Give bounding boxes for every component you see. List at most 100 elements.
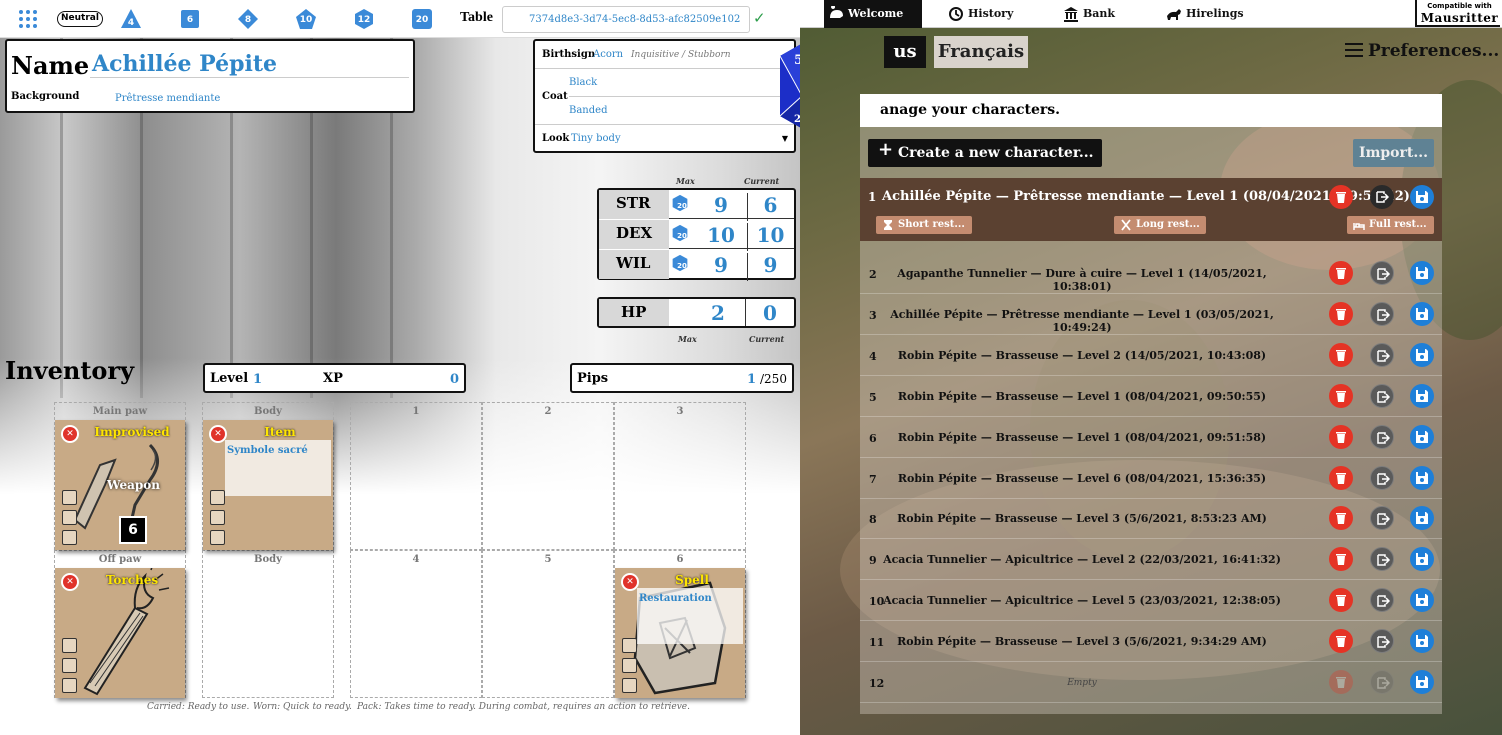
export-button[interactable] <box>1370 342 1394 367</box>
usage-checkbox[interactable] <box>622 678 637 693</box>
save-button[interactable] <box>1410 547 1434 572</box>
d20-stat-roll-icon[interactable]: 20 <box>671 194 693 216</box>
damage-die[interactable]: 6 <box>119 516 147 544</box>
grid-menu-icon[interactable] <box>19 10 37 28</box>
d8-die-button[interactable]: 8 <box>237 8 259 30</box>
delete-button[interactable] <box>1329 670 1353 694</box>
save-button[interactable] <box>1410 629 1434 654</box>
character-row[interactable]: 3 Achillée Pépite — Prêtresse mendiante —… <box>860 295 1442 335</box>
export-button[interactable] <box>1370 506 1394 531</box>
level-field[interactable]: 1 <box>253 372 262 387</box>
short-rest-button[interactable]: Short rest... <box>876 216 972 234</box>
delete-button[interactable] <box>1329 261 1353 285</box>
save-button[interactable] <box>1410 506 1434 531</box>
hp-current-field[interactable]: 0 <box>745 299 794 326</box>
stat-max-field[interactable]: 9 <box>699 253 743 277</box>
slot-pack-1[interactable]: 1 <box>350 402 482 550</box>
usage-checkbox[interactable] <box>62 678 77 693</box>
save-button[interactable] <box>1410 342 1434 367</box>
language-english-button[interactable]: us <box>884 36 926 68</box>
export-button[interactable] <box>1370 670 1394 694</box>
alignment-badge[interactable]: Neutral <box>57 11 103 27</box>
save-button[interactable] <box>1410 185 1434 209</box>
pips-field[interactable]: 1 <box>747 372 756 387</box>
d12-die-button[interactable]: 12 <box>353 8 375 30</box>
coat-color-field[interactable]: Black <box>569 77 597 88</box>
stat-max-field[interactable]: 10 <box>699 223 743 247</box>
usage-checkbox[interactable] <box>210 490 225 505</box>
stat-max-field[interactable]: 9 <box>699 193 743 217</box>
import-button[interactable]: Import... <box>1353 139 1434 167</box>
save-button[interactable] <box>1410 588 1434 613</box>
tab-history[interactable]: History <box>944 0 1044 28</box>
d20-stat-roll-icon[interactable]: 20 <box>671 254 693 276</box>
stat-current-field[interactable]: 6 <box>747 193 793 221</box>
export-button[interactable] <box>1370 301 1394 326</box>
d6-die-button[interactable]: 6 <box>179 8 201 30</box>
slot-pack-5[interactable]: 5 <box>482 550 614 698</box>
export-button[interactable] <box>1370 547 1394 572</box>
language-french-button[interactable]: Français <box>934 36 1028 68</box>
character-row[interactable]: 10 Acacia Tunnelier — Apicultrice — Level… <box>860 581 1442 622</box>
usage-checkbox[interactable] <box>210 510 225 525</box>
save-button[interactable] <box>1410 301 1434 326</box>
save-button[interactable] <box>1410 383 1434 408</box>
weapon-card[interactable]: ✕ Improvised Weapon 6 <box>55 420 185 550</box>
item-note-field[interactable]: Symbole sacré <box>225 440 331 496</box>
d20-die-button[interactable]: 20 <box>411 8 433 30</box>
name-field[interactable]: Achillée Pépite <box>92 51 277 77</box>
character-row[interactable]: 4 Robin Pépite — Brasseuse — Level 2 (14/… <box>860 336 1442 376</box>
delete-button[interactable] <box>1329 588 1353 613</box>
usage-checkbox[interactable] <box>62 638 77 653</box>
save-button[interactable] <box>1410 261 1434 285</box>
character-row[interactable]: 11 Robin Pépite — Brasseuse — Level 3 (5/… <box>860 622 1442 663</box>
export-button[interactable] <box>1370 424 1394 449</box>
export-button[interactable] <box>1370 465 1394 490</box>
delete-button[interactable] <box>1329 383 1353 408</box>
usage-checkbox[interactable] <box>210 530 225 545</box>
long-rest-button[interactable]: Long rest... <box>1114 216 1206 234</box>
tab-welcome[interactable]: Welcome <box>824 0 922 28</box>
coat-pattern-field[interactable]: Banded <box>569 105 607 116</box>
hp-max-field[interactable]: 2 <box>695 301 741 325</box>
character-row[interactable]: 7 Robin Pépite — Brasseuse — Level 6 (08/… <box>860 459 1442 499</box>
export-button[interactable] <box>1370 588 1394 613</box>
character-row[interactable]: 12 Empty <box>860 663 1442 703</box>
d20-roller-icon[interactable]: 4 5 6 19 3 20 2 <box>776 24 800 148</box>
export-button[interactable] <box>1370 261 1394 285</box>
usage-checkbox[interactable] <box>622 638 637 653</box>
delete-button[interactable] <box>1329 301 1353 326</box>
background-field[interactable]: Prêtresse mendiante <box>115 93 220 104</box>
delete-button[interactable] <box>1329 547 1353 572</box>
save-button[interactable] <box>1410 424 1434 449</box>
character-row[interactable]: 5 Robin Pépite — Brasseuse — Level 1 (08/… <box>860 377 1442 417</box>
remove-item-button[interactable]: ✕ <box>61 425 79 443</box>
xp-field[interactable]: 0 <box>450 372 459 387</box>
slot-pack-3[interactable]: 3 <box>614 402 746 550</box>
export-button[interactable] <box>1370 629 1394 654</box>
character-row[interactable]: 6 Robin Pépite — Brasseuse — Level 1 (08/… <box>860 418 1442 458</box>
usage-checkbox[interactable] <box>62 510 77 525</box>
delete-button[interactable] <box>1329 185 1353 209</box>
item-card[interactable]: ✕ Item Symbole sacré <box>203 420 333 550</box>
torches-card[interactable]: ✕ Torches <box>55 568 185 698</box>
d4-die-button[interactable]: 4 <box>120 8 142 30</box>
character-row[interactable]: 2 Agapanthe Tunnelier — Dure à cuire — Le… <box>860 254 1442 294</box>
delete-button[interactable] <box>1329 465 1353 490</box>
export-button[interactable] <box>1370 185 1394 209</box>
spell-note-field[interactable]: Restauration <box>637 588 743 644</box>
usage-checkbox[interactable] <box>62 658 77 673</box>
usage-checkbox[interactable] <box>622 658 637 673</box>
look-select[interactable]: Tiny body <box>571 133 621 144</box>
remove-item-button[interactable]: ✕ <box>61 573 79 591</box>
slot-body-2[interactable]: Body <box>202 550 334 698</box>
usage-checkbox[interactable] <box>62 530 77 545</box>
create-character-button[interactable]: + Create a new character... <box>868 139 1102 167</box>
tab-hirelings[interactable]: Hirelings <box>1162 0 1282 28</box>
tab-bank[interactable]: Bank <box>1059 0 1149 28</box>
d20-stat-roll-icon[interactable]: 20 <box>671 224 693 246</box>
d10-die-button[interactable]: 10 <box>295 8 317 30</box>
table-id-field[interactable]: 7374d8e3-3d74-5ec8-8d53-afc82509e102 <box>502 6 750 33</box>
usage-checkbox[interactable] <box>62 490 77 505</box>
selected-character-row[interactable]: 1 Achillée Pépite — Prêtresse mendiante … <box>860 178 1442 241</box>
